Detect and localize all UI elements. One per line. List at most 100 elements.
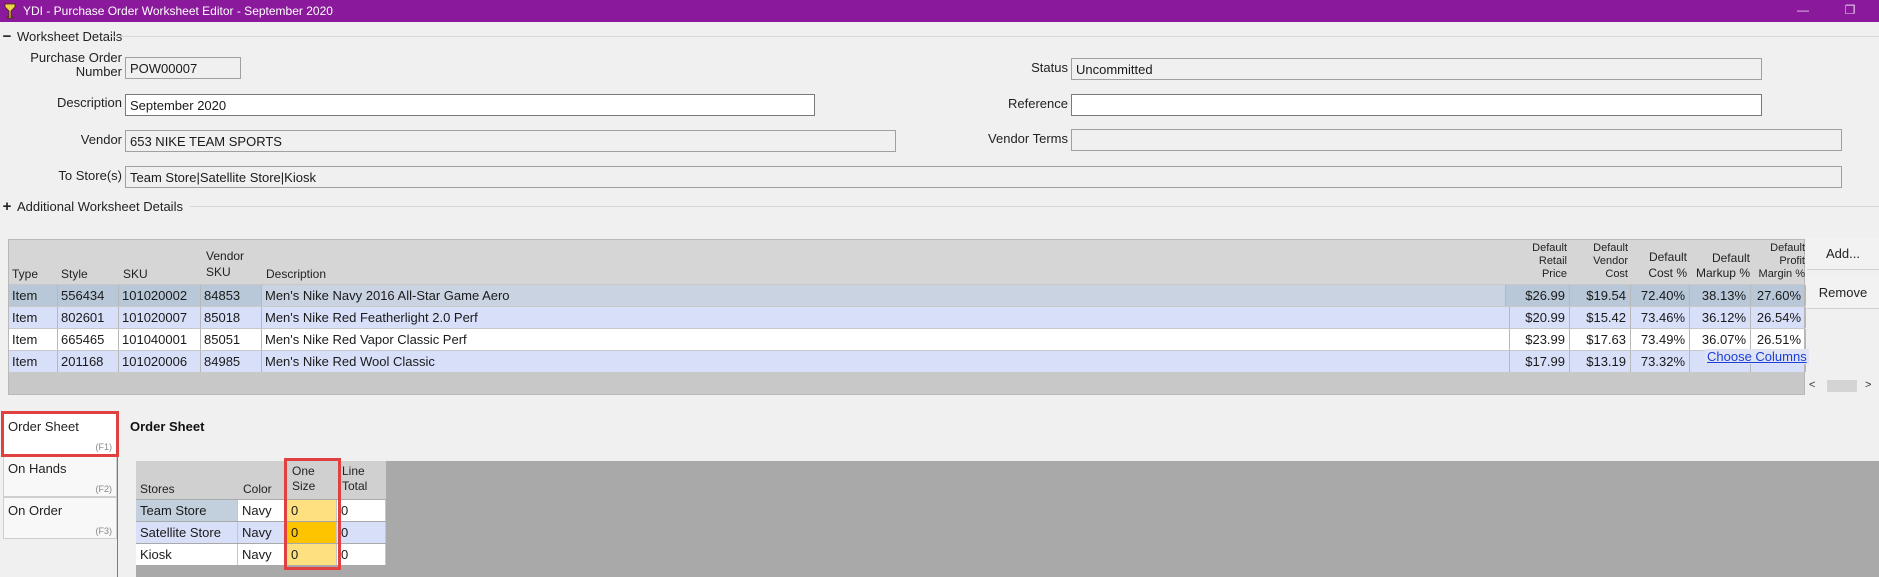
- additional-details-toggle[interactable]: + Additional Worksheet Details: [0, 197, 183, 215]
- vendor-terms-field: [1071, 129, 1842, 151]
- cell-markup-pct: 36.12%: [1690, 307, 1751, 328]
- col-margin-line3: Margin %: [1758, 268, 1805, 280]
- ydi-logo-icon: [3, 3, 17, 19]
- cell-markup-pct: 36.07%: [1690, 329, 1751, 350]
- worksheet-details-toggle[interactable]: − Worksheet Details: [0, 27, 123, 45]
- col-margin-pct[interactable]: Default Profit Margin %: [1751, 242, 1805, 281]
- tab-on-hands-key: (F2): [95, 484, 113, 494]
- cell-vendor-sku: 85018: [201, 307, 262, 328]
- col-markup-pct[interactable]: Default Markup %: [1690, 251, 1750, 281]
- tab-on-order-label: On Order: [8, 503, 63, 518]
- cell-line-total: 0: [337, 544, 386, 565]
- tab-on-hands[interactable]: On Hands (F2): [3, 455, 117, 497]
- table-row[interactable]: Item 556434 101020002 84853 Men's Nike N…: [9, 285, 1806, 306]
- tab-on-order-key: (F3): [95, 526, 113, 536]
- cell-style: 556434: [58, 285, 119, 306]
- table-row[interactable]: Item 201168 101020006 84985 Men's Nike R…: [9, 351, 1806, 372]
- col-sku[interactable]: SKU: [123, 267, 148, 281]
- cell-vendor-sku: 84853: [201, 285, 262, 306]
- remove-button[interactable]: Remove: [1807, 277, 1879, 309]
- col-line-total[interactable]: Line Total: [342, 464, 367, 494]
- col-vendor-sku[interactable]: Vendor SKU: [206, 249, 244, 279]
- horizontal-scrollbar[interactable]: < >: [1807, 378, 1879, 395]
- cell-color: Navy: [238, 522, 287, 543]
- order-row[interactable]: Kiosk Navy 0 0: [136, 544, 386, 565]
- cell-cost-pct: 73.32%: [1631, 351, 1690, 372]
- cell-type: Item: [9, 351, 58, 372]
- table-row[interactable]: Item 802601 101020007 85018 Men's Nike R…: [9, 307, 1806, 328]
- cell-retail: $26.99: [1510, 285, 1570, 306]
- col-description[interactable]: Description: [266, 267, 326, 281]
- col-stores[interactable]: Stores: [140, 482, 175, 497]
- items-grid: Type Style SKU Vendor SKU Description De…: [8, 239, 1806, 395]
- restore-icon[interactable]: ❐: [1842, 3, 1858, 17]
- section-divider: [190, 206, 1879, 207]
- cell-cost-pct: 72.40%: [1631, 285, 1690, 306]
- cell-description: Men's Nike Red Vapor Classic Perf: [262, 329, 1510, 350]
- cell-description: Men's Nike Red Wool Classic: [262, 351, 1510, 372]
- cell-type: Item: [9, 285, 58, 306]
- section-divider: [110, 36, 1879, 37]
- add-button[interactable]: Add...: [1807, 238, 1879, 270]
- cell-margin-pct: 26.51%: [1751, 329, 1806, 350]
- items-grid-header: Type Style SKU Vendor SKU Description De…: [9, 240, 1805, 284]
- order-row[interactable]: Satellite Store Navy 0 0: [136, 522, 386, 543]
- col-markup-line2: Markup %: [1695, 266, 1750, 280]
- cell-color: Navy: [238, 544, 287, 565]
- col-line-total-line2: Total: [342, 479, 368, 493]
- cell-margin-pct: 27.60%: [1751, 285, 1806, 306]
- col-cost-pct[interactable]: Default Cost %: [1631, 249, 1687, 281]
- col-color[interactable]: Color: [243, 482, 272, 497]
- scroll-left-icon[interactable]: <: [1809, 379, 1815, 391]
- tab-on-order[interactable]: On Order (F3): [3, 497, 117, 539]
- table-row[interactable]: Item 665465 101040001 85051 Men's Nike R…: [9, 329, 1806, 350]
- cell-color: Navy: [238, 500, 287, 521]
- worksheet-details-label: Worksheet Details: [17, 28, 123, 44]
- tab-on-hands-label: On Hands: [8, 461, 67, 476]
- cell-margin-pct: 26.54%: [1751, 307, 1806, 328]
- choose-columns-link[interactable]: Choose Columns: [1705, 349, 1809, 364]
- scroll-right-icon[interactable]: >: [1865, 379, 1871, 391]
- reference-field[interactable]: [1071, 94, 1762, 116]
- col-margin-line2: Profit: [1779, 255, 1805, 267]
- cell-store: Team Store: [136, 500, 238, 521]
- to-stores-field[interactable]: Team Store|Satellite Store|Kiosk: [125, 166, 1842, 188]
- col-line-total-line1: Line: [342, 464, 365, 478]
- cell-cost-pct: 73.49%: [1631, 329, 1690, 350]
- order-sheet-header: Stores Color One Size Line Total: [136, 461, 386, 499]
- cell-sku: 101020002: [119, 285, 201, 306]
- scrollbar-thumb[interactable]: [1827, 380, 1857, 392]
- col-style[interactable]: Style: [61, 267, 88, 281]
- cell-retail: $23.99: [1510, 329, 1570, 350]
- vendor-field[interactable]: 653 NIKE TEAM SPORTS: [125, 130, 896, 152]
- col-margin-line1: Default: [1770, 242, 1805, 254]
- cell-retail: $17.99: [1510, 351, 1570, 372]
- po-number-field[interactable]: POW00007: [125, 57, 241, 79]
- cell-store: Kiosk: [136, 544, 238, 565]
- highlight-box-one-size: [284, 458, 341, 570]
- order-row[interactable]: Team Store Navy 0 0: [136, 500, 386, 521]
- cell-vendor-cost: $13.19: [1570, 351, 1631, 372]
- collapse-icon: −: [2, 27, 12, 45]
- cell-sku: 101040001: [119, 329, 201, 350]
- description-label: Description: [56, 95, 122, 110]
- cell-vendor-sku: 84985: [201, 351, 262, 372]
- col-type[interactable]: Type: [12, 267, 38, 281]
- cell-store: Satellite Store: [136, 522, 238, 543]
- cell-vendor-cost: $19.54: [1570, 285, 1631, 306]
- col-vendor-cost[interactable]: Default Vendor Cost: [1570, 242, 1628, 281]
- cell-sku: 101020007: [119, 307, 201, 328]
- order-sheet-title: Order Sheet: [130, 419, 205, 434]
- col-retail-line2: Retail: [1538, 255, 1567, 267]
- cell-style: 201168: [58, 351, 119, 372]
- highlight-box-order-sheet: [1, 411, 119, 457]
- po-number-label: Purchase Order Number: [30, 50, 122, 79]
- col-costpct-line1: Default: [1648, 250, 1687, 264]
- cell-vendor-cost: $17.63: [1570, 329, 1631, 350]
- cell-description: Men's Nike Navy 2016 All-Star Game Aero: [262, 285, 1506, 306]
- col-retail[interactable]: Default Retail Price: [1509, 242, 1567, 281]
- minimize-icon[interactable]: —: [1795, 3, 1811, 17]
- description-field[interactable]: September 2020: [125, 94, 815, 116]
- cell-markup-pct: 38.13%: [1690, 285, 1751, 306]
- window-title: YDI - Purchase Order Worksheet Editor - …: [23, 4, 333, 18]
